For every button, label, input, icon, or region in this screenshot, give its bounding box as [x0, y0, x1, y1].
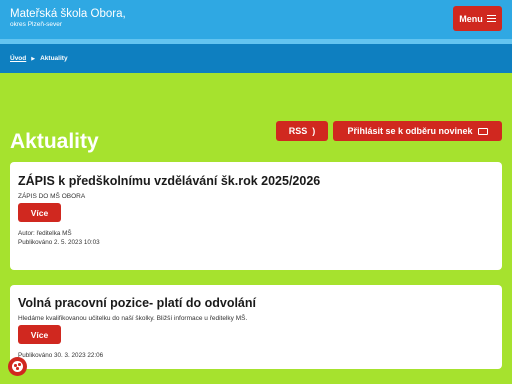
- breadcrumb-home-link[interactable]: Úvod: [10, 55, 26, 62]
- site-subtitle: okres Plzeň-sever: [10, 21, 63, 28]
- page-title: Aktuality: [10, 130, 99, 153]
- more-button[interactable]: Více: [18, 325, 61, 344]
- chevron-right-icon: ▶: [31, 55, 36, 62]
- article-card: ZÁPIS k předškolnímu vzdělávání šk.rok 2…: [10, 162, 502, 270]
- breadcrumb: Úvod ▶ Aktuality: [0, 44, 512, 73]
- rss-label: RSS: [288, 126, 308, 136]
- article-title[interactable]: Volná pracovní pozice- platí do odvolání: [18, 296, 256, 310]
- cookie-icon: [12, 361, 23, 372]
- article-published: Publikováno 30. 3. 2023 22:06: [18, 352, 104, 359]
- site-header: Mateřská škola Obora, okres Plzeň-sever …: [0, 0, 512, 44]
- hamburger-icon: [486, 15, 496, 22]
- more-button[interactable]: Více: [18, 203, 61, 222]
- breadcrumb-current: Aktuality: [40, 55, 68, 62]
- subscribe-label: Přihlásit se k odběru novinek: [347, 126, 473, 136]
- site-title[interactable]: Mateřská škola Obora,: [10, 8, 126, 21]
- rss-button[interactable]: RSS ): [276, 121, 328, 141]
- menu-button[interactable]: Menu: [453, 6, 502, 31]
- rss-icon: ): [312, 126, 316, 136]
- subscribe-button[interactable]: Přihlásit se k odběru novinek: [333, 121, 502, 141]
- article-excerpt: ZÁPIS DO MŠ OBORA: [18, 193, 86, 200]
- article-published: Publikováno 2. 5. 2023 10:03: [18, 239, 100, 246]
- menu-label: Menu: [459, 13, 483, 24]
- article-title[interactable]: ZÁPIS k předškolnímu vzdělávání šk.rok 2…: [18, 174, 320, 188]
- article-excerpt: Hledáme kvalifikovanou učitelku do naší …: [18, 315, 248, 322]
- cookie-settings-button[interactable]: [8, 357, 27, 376]
- envelope-icon: [477, 127, 488, 135]
- article-author: Autor: ředitelka MŠ: [18, 230, 72, 237]
- article-card: Volná pracovní pozice- platí do odvolání…: [10, 285, 502, 369]
